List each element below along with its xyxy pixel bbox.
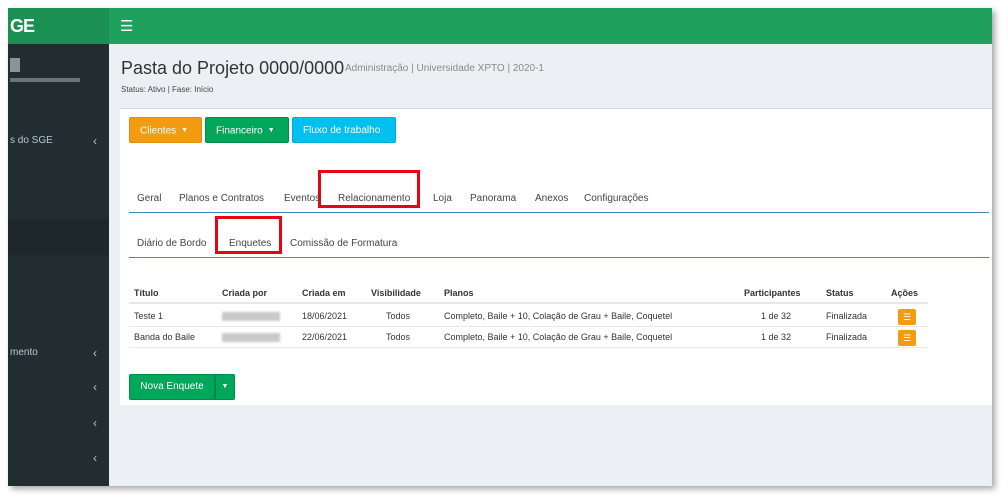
- user-name: [10, 78, 80, 82]
- sidebar-item-5[interactable]: ‹: [8, 440, 109, 476]
- col-criada-por[interactable]: Criada por: [222, 282, 267, 304]
- tab-enquetes[interactable]: Enquetes: [229, 230, 271, 258]
- app-window: GE ☰ s do SGE ‹ mento ‹ ‹ ‹ ‹ Pasta do P…: [8, 8, 992, 486]
- sidebar-item-mento[interactable]: mento ‹: [8, 335, 109, 371]
- col-status[interactable]: Status: [826, 282, 854, 304]
- tab-planos-contratos[interactable]: Planos e Contratos: [179, 185, 264, 213]
- col-acoes: Ações: [891, 288, 919, 298]
- page-subtitle: Administração | Universidade XPTO | 2020…: [345, 63, 544, 74]
- tab-geral[interactable]: Geral: [137, 185, 161, 213]
- nova-enquete-dropdown-icon[interactable]: ▼: [215, 374, 235, 400]
- tab-eventos[interactable]: Eventos: [284, 185, 320, 213]
- sidebar-item-active[interactable]: [8, 219, 109, 255]
- cell-planos: Completo, Baile + 10, Colação de Grau + …: [444, 311, 673, 321]
- page-title: Pasta do Projeto 0000/0000: [121, 58, 345, 78]
- redacted-name: [222, 312, 280, 322]
- col-criada-em[interactable]: Criada em: [302, 282, 346, 304]
- cell-status: Finalizada: [826, 311, 868, 321]
- col-participantes[interactable]: Participantes: [744, 282, 801, 304]
- cell-participantes: 1 de 32: [761, 332, 792, 342]
- cell-visibilidade: Todos: [386, 332, 411, 342]
- clientes-label: Clientes: [140, 125, 177, 137]
- nova-enquete-button[interactable]: Nova Enquete: [129, 374, 215, 400]
- main-content: Pasta do Projeto 0000/0000 Administração…: [109, 44, 992, 486]
- table-row: Teste 1 18/06/2021 Todos Completo, Baile…: [129, 306, 928, 327]
- project-box: Clientes ▼ Financeiro ▼ Fluxo de trabalho …: [120, 108, 992, 405]
- tab-diario-de-bordo[interactable]: Diário de Bordo: [137, 230, 206, 258]
- tab-relacionamento[interactable]: Relacionamento: [338, 185, 410, 213]
- app-logo[interactable]: GE: [8, 8, 109, 44]
- col-planos[interactable]: Planos: [444, 282, 474, 304]
- sidebar: s do SGE ‹ mento ‹ ‹ ‹ ‹: [8, 44, 109, 486]
- status-line: Status: Ativo | Fase: Início: [121, 85, 214, 94]
- avatar: [10, 58, 20, 72]
- cell-visibilidade: Todos: [386, 311, 411, 321]
- financeiro-button[interactable]: Financeiro ▼: [205, 117, 289, 143]
- actions-menu-icon[interactable]: ☰: [898, 309, 916, 325]
- clientes-button[interactable]: Clientes ▼: [129, 117, 202, 143]
- cell-titulo: Banda do Baile: [134, 332, 196, 342]
- cell-criada-em: 18/06/2021: [302, 311, 348, 321]
- financeiro-label: Financeiro: [216, 125, 263, 137]
- sidebar-item-4[interactable]: ‹: [8, 405, 109, 441]
- chevron-left-icon: ‹: [93, 346, 97, 360]
- cell-titulo: Teste 1: [134, 311, 164, 321]
- sidebar-item-label: s do SGE: [10, 135, 53, 146]
- chevron-left-icon: ‹: [93, 134, 97, 148]
- tab-configuracoes[interactable]: Configurações: [584, 185, 648, 213]
- cell-criada-por: [222, 327, 280, 348]
- chevron-left-icon: ‹: [93, 416, 97, 430]
- main-tabs: Geral Planos e Contratos Eventos Relacio…: [129, 170, 989, 213]
- tab-loja[interactable]: Loja: [433, 185, 452, 213]
- table-header: Título Criada por Criada em Visibilidade…: [129, 282, 928, 304]
- actions-menu-icon[interactable]: ☰: [898, 330, 916, 346]
- user-panel: [8, 58, 80, 82]
- caret-down-icon: ▼: [267, 127, 275, 134]
- cell-criada-em: 22/06/2021: [302, 332, 348, 342]
- sub-tabs: Diário de Bordo Enquetes Comissão de For…: [129, 216, 989, 258]
- col-titulo[interactable]: Título: [134, 282, 159, 304]
- tab-panorama[interactable]: Panorama: [470, 185, 516, 213]
- sidebar-item-sge[interactable]: s do SGE ‹: [8, 123, 109, 159]
- top-navbar: GE ☰: [8, 8, 992, 44]
- chevron-left-icon: ‹: [93, 451, 97, 465]
- redacted-name: [222, 333, 280, 343]
- chevron-left-icon: ‹: [93, 380, 97, 394]
- cell-status: Finalizada: [826, 332, 868, 342]
- tab-anexos[interactable]: Anexos: [535, 185, 568, 213]
- table-row: Banda do Baile 22/06/2021 Todos Completo…: [129, 327, 928, 348]
- sidebar-item-label: mento: [10, 347, 38, 358]
- menu-toggle-icon[interactable]: ☰: [120, 17, 133, 35]
- caret-down-icon: ▼: [181, 127, 189, 134]
- cell-participantes: 1 de 32: [761, 311, 792, 321]
- col-visibilidade[interactable]: Visibilidade: [371, 282, 421, 304]
- tab-comissao-de-formatura[interactable]: Comissão de Formatura: [290, 230, 397, 258]
- page-header: Pasta do Projeto 0000/0000 Administração…: [109, 44, 992, 106]
- fluxo-de-trabalho-button[interactable]: Fluxo de trabalho: [292, 117, 396, 143]
- sidebar-item-3[interactable]: ‹: [8, 369, 109, 405]
- cell-planos: Completo, Baile + 10, Colação de Grau + …: [444, 332, 673, 342]
- cell-criada-por: [222, 306, 280, 327]
